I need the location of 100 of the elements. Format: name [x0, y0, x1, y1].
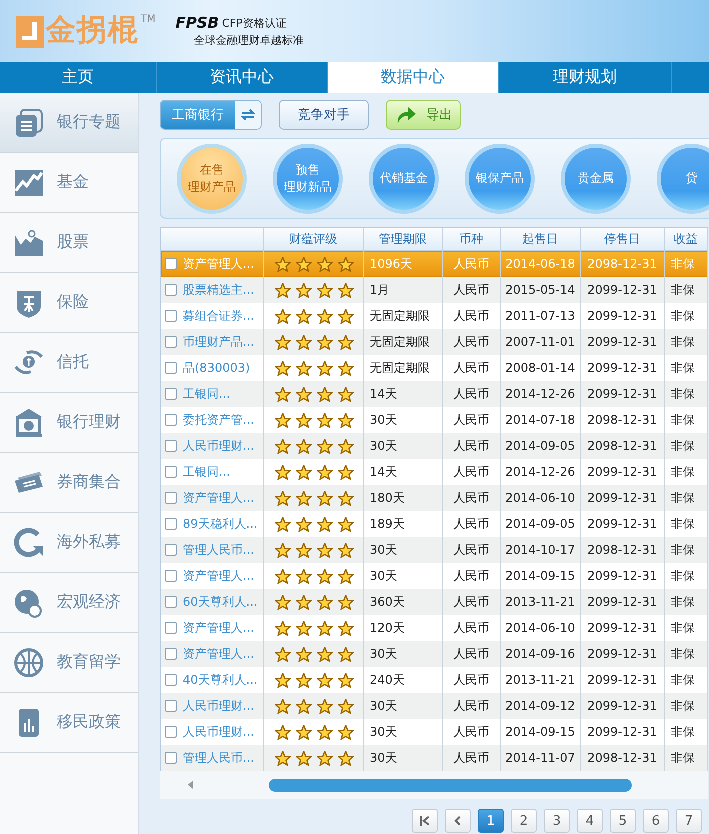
category-button[interactable]: 银保产品: [465, 144, 535, 214]
product-name[interactable]: 资产管理人...: [183, 256, 254, 272]
star-icon: [338, 620, 354, 636]
category-button[interactable]: 代销基金: [369, 144, 439, 214]
row-checkbox[interactable]: [165, 570, 177, 582]
row-checkbox[interactable]: [165, 622, 177, 634]
product-name[interactable]: 89天稳利人...: [183, 516, 258, 532]
column-header[interactable]: 起售日: [501, 228, 581, 251]
page-button[interactable]: 2: [511, 809, 537, 833]
row-checkbox[interactable]: [165, 648, 177, 660]
product-name[interactable]: 工银同...: [183, 464, 230, 480]
product-name[interactable]: 股票精选主...: [183, 282, 254, 298]
category-button[interactable]: 预售 理财新品: [273, 144, 343, 214]
row-checkbox[interactable]: [165, 310, 177, 322]
product-name[interactable]: 40天尊利人...: [183, 672, 258, 688]
nav-tab[interactable]: 数据中心: [328, 62, 499, 93]
product-name[interactable]: 资产管理人...: [183, 646, 254, 662]
nav-tab[interactable]: 理财规划: [499, 62, 672, 93]
product-name[interactable]: 募组合证券...: [183, 308, 254, 324]
product-name[interactable]: 人民币理财...: [183, 724, 254, 740]
row-checkbox[interactable]: [165, 492, 177, 504]
row-checkbox[interactable]: [165, 752, 177, 764]
page-button[interactable]: 4: [577, 809, 603, 833]
column-header[interactable]: 收益: [665, 228, 708, 251]
row-checkbox[interactable]: [165, 700, 177, 712]
product-name[interactable]: 管理人民币...: [183, 542, 254, 558]
star-icon: [275, 542, 291, 558]
row-checkbox[interactable]: [165, 336, 177, 348]
row-checkbox[interactable]: [165, 388, 177, 400]
row-checkbox[interactable]: [165, 466, 177, 478]
page-button[interactable]: 7: [676, 809, 702, 833]
page-button[interactable]: 1: [478, 809, 504, 833]
table-row[interactable]: 人民币理财... 30天 人民币 2014-09-05 2098-12-31 非保: [161, 433, 708, 459]
star-icon: [338, 698, 354, 714]
table-row[interactable]: 币理财产品... 无固定期限 人民币 2007-11-01 2099-12-31 非保: [161, 329, 708, 355]
product-name[interactable]: 币理财产品...: [183, 334, 254, 350]
row-checkbox[interactable]: [165, 544, 177, 556]
row-checkbox[interactable]: [165, 284, 177, 296]
star-icon: [317, 282, 333, 298]
row-checkbox[interactable]: [165, 440, 177, 452]
table-row[interactable]: 资产管理人... 1096天 人民币 2014-06-18 2098-12-31 非保: [161, 251, 708, 277]
table-row[interactable]: 管理人民币... 30天 人民币 2014-10-17 2098-12-31 非保: [161, 537, 708, 563]
product-name[interactable]: 工银同...: [183, 386, 230, 402]
column-header[interactable]: 管理期限: [364, 228, 443, 251]
table-row[interactable]: 资产管理人... 180天 人民币 2014-06-10 2099-12-31 非保: [161, 485, 708, 511]
category-button[interactable]: 贷: [657, 144, 709, 214]
star-icon: [275, 750, 291, 766]
table-row[interactable]: 人民币理财... 30天 人民币 2014-09-12 2099-12-31 非保: [161, 693, 708, 719]
star-icon: [317, 438, 333, 454]
row-checkbox[interactable]: [165, 726, 177, 738]
export-button[interactable]: 导出: [386, 100, 461, 130]
column-header[interactable]: 币种: [443, 228, 501, 251]
horizontal-scrollbar[interactable]: [160, 771, 708, 799]
document-icon: [13, 106, 45, 138]
previous-page-button[interactable]: [445, 809, 471, 833]
product-name[interactable]: 资产管理人...: [183, 490, 254, 506]
page-button[interactable]: 3: [544, 809, 570, 833]
star-icon: [275, 464, 291, 480]
page-button[interactable]: 5: [610, 809, 636, 833]
bank-selector[interactable]: 工商银行: [160, 100, 262, 130]
scroll-left-icon[interactable]: [188, 781, 194, 789]
star-icon: [338, 412, 354, 428]
table-row[interactable]: 工银同... 14天 人民币 2014-12-26 2099-12-31 非保: [161, 381, 708, 407]
star-icon: [296, 464, 312, 480]
competitor-button[interactable]: 竞争对手: [279, 100, 369, 130]
scrollbar-thumb[interactable]: [269, 778, 632, 792]
row-checkbox[interactable]: [165, 362, 177, 374]
first-page-button[interactable]: [412, 809, 438, 833]
row-checkbox[interactable]: [165, 674, 177, 686]
table-row[interactable]: 股票精选主... 1月 人民币 2015-05-14 2099-12-31 非保: [161, 277, 708, 303]
column-header[interactable]: 停售日: [581, 228, 665, 251]
product-name[interactable]: 资产管理人...: [183, 568, 254, 584]
column-header[interactable]: 财蕴评级: [264, 228, 364, 251]
star-icon: [317, 490, 333, 506]
product-name[interactable]: 管理人民币...: [183, 750, 254, 766]
row-checkbox[interactable]: [165, 518, 177, 530]
product-name[interactable]: 人民币理财...: [183, 698, 254, 714]
star-icon: [275, 360, 291, 376]
table-row[interactable]: 管理人民币... 30天 人民币 2014-11-07 2098-12-31 非保: [161, 745, 708, 771]
product-name[interactable]: 品(830003): [183, 360, 250, 376]
star-icon: [338, 464, 354, 480]
sidebar-item[interactable]: 银行专题: [0, 93, 138, 153]
row-checkbox[interactable]: [165, 414, 177, 426]
table-row[interactable]: 资产管理人... 30天 人民币 2014-09-16 2099-12-31 非保: [161, 641, 708, 667]
star-icon: [317, 542, 333, 558]
row-checkbox[interactable]: [165, 258, 177, 270]
product-name[interactable]: 人民币理财...: [183, 438, 254, 454]
row-checkbox[interactable]: [165, 596, 177, 608]
product-name[interactable]: 资产管理人...: [183, 620, 254, 636]
partner-title: CFP资格认证: [222, 16, 287, 30]
category-button[interactable]: 在售 理财产品: [177, 144, 247, 214]
product-name[interactable]: 委托资产管...: [183, 412, 254, 428]
page-button[interactable]: 6: [643, 809, 669, 833]
swap-icon: [241, 108, 255, 120]
star-icon: [338, 256, 354, 272]
category-button[interactable]: 贵金属: [561, 144, 631, 214]
star-icon: [296, 620, 312, 636]
star-icon: [275, 490, 291, 506]
table-row[interactable]: 60天尊利人... 360天 人民币 2013-11-21 2099-12-31 非保: [161, 589, 708, 615]
product-name[interactable]: 60天尊利人...: [183, 594, 258, 610]
